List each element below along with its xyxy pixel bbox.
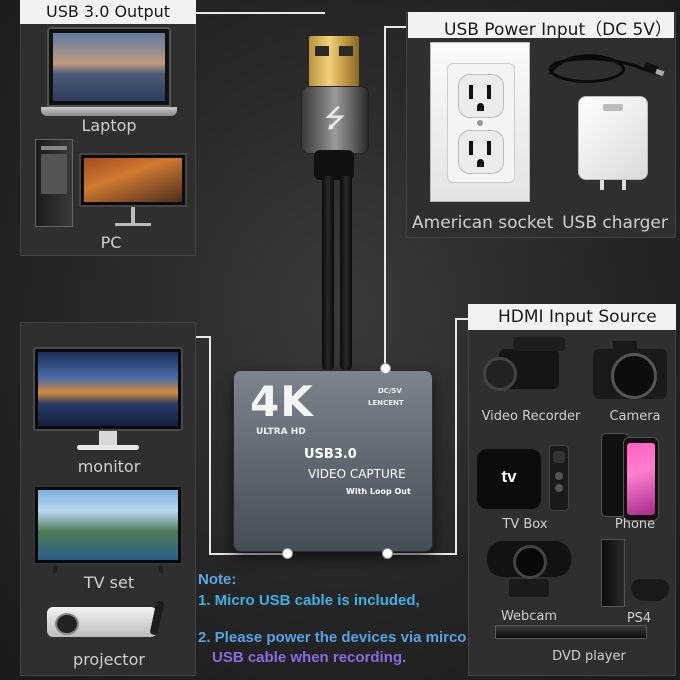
usb-trident-icon: ⭍ bbox=[324, 104, 346, 134]
hdmi-input-header: HDMI Input Source bbox=[468, 304, 676, 330]
usb-plug-housing: ⭍ bbox=[301, 86, 369, 154]
laptop-label: Laptop bbox=[81, 116, 137, 135]
american-socket-label: American socket bbox=[412, 213, 554, 233]
video-recorder-label: Video Recorder bbox=[481, 409, 581, 424]
connector-loop-v bbox=[209, 336, 211, 555]
usb-charger-label: USB charger bbox=[562, 213, 668, 233]
note-line-1: 1. Micro USB cable is included, bbox=[198, 592, 420, 609]
pc-image bbox=[35, 139, 187, 231]
connector-loop-h bbox=[195, 336, 209, 338]
device-badge-4k: 4K bbox=[250, 377, 314, 426]
connector-hdmi-bottom bbox=[388, 553, 457, 555]
apple-tv-logo: tv bbox=[501, 467, 517, 486]
connector-power-h bbox=[384, 26, 408, 28]
device-brand: LENCENT bbox=[368, 399, 404, 407]
hdmi-input-panel: Video Recorder Camera tv TV Box Phone We… bbox=[468, 320, 676, 676]
dvd-player-label: DVD player bbox=[552, 649, 626, 664]
power-port-dot bbox=[380, 363, 391, 374]
connector-loop-bottom bbox=[209, 553, 287, 555]
connector-output-top bbox=[195, 12, 325, 14]
capture-device: 4K ULTRA HD DC/5V LENCENT USB3.0 VIDEO C… bbox=[233, 370, 433, 552]
device-power-text: DC/5V bbox=[378, 387, 402, 395]
note-title: Note: bbox=[198, 571, 237, 588]
usb-cable-right bbox=[340, 176, 352, 370]
usb-output-header: USB 3.0 Output bbox=[20, 0, 196, 24]
dvd-player-image bbox=[495, 625, 647, 639]
projector-label: projector bbox=[73, 650, 145, 669]
connector-power-v bbox=[384, 26, 386, 368]
usb-charger-image bbox=[578, 96, 648, 190]
micro-usb-cable-image bbox=[548, 54, 665, 84]
webcam-label: Webcam bbox=[500, 609, 558, 624]
webcam-image bbox=[483, 535, 575, 599]
tv-box-label: TV Box bbox=[502, 517, 548, 532]
device-model: USB3.0 bbox=[304, 447, 357, 462]
monitor-image bbox=[33, 347, 183, 459]
american-socket-image bbox=[430, 42, 530, 202]
video-recorder-image bbox=[483, 335, 575, 401]
usb-power-header: USB Power Input（DC 5V） bbox=[408, 12, 674, 40]
projector-image bbox=[47, 600, 167, 641]
note-line-2a: 2. Please power the devices via mirco bbox=[198, 629, 467, 646]
note-line-2b: USB cable when recording. bbox=[212, 649, 407, 666]
tvset-image bbox=[33, 485, 183, 575]
connector-hdmi-v bbox=[455, 318, 457, 554]
tv-box-image: tv bbox=[477, 445, 569, 511]
device-feature: With Loop Out bbox=[346, 487, 411, 496]
ps4-image bbox=[595, 539, 671, 609]
monitor-label: monitor bbox=[77, 457, 141, 476]
ps4-label: PS4 bbox=[626, 611, 652, 626]
usb-cable-left bbox=[322, 176, 334, 370]
phone-image bbox=[601, 433, 659, 521]
device-badge-sub: ULTRA HD bbox=[256, 427, 306, 437]
usb-output-panel: Laptop PC bbox=[20, 12, 196, 256]
connector-hdmi-h bbox=[455, 318, 469, 320]
loop-out-port-dot bbox=[282, 548, 293, 559]
display-output-panel: monitor TV set projector bbox=[20, 322, 196, 676]
phone-label: Phone bbox=[614, 517, 656, 532]
hdmi-in-port-dot bbox=[382, 548, 393, 559]
device-name: VIDEO CAPTURE bbox=[308, 467, 406, 481]
pc-label: PC bbox=[100, 233, 122, 252]
laptop-image bbox=[41, 27, 177, 123]
tvset-label: TV set bbox=[83, 573, 135, 592]
camera-image bbox=[593, 341, 667, 403]
camera-label: Camera bbox=[609, 409, 661, 424]
